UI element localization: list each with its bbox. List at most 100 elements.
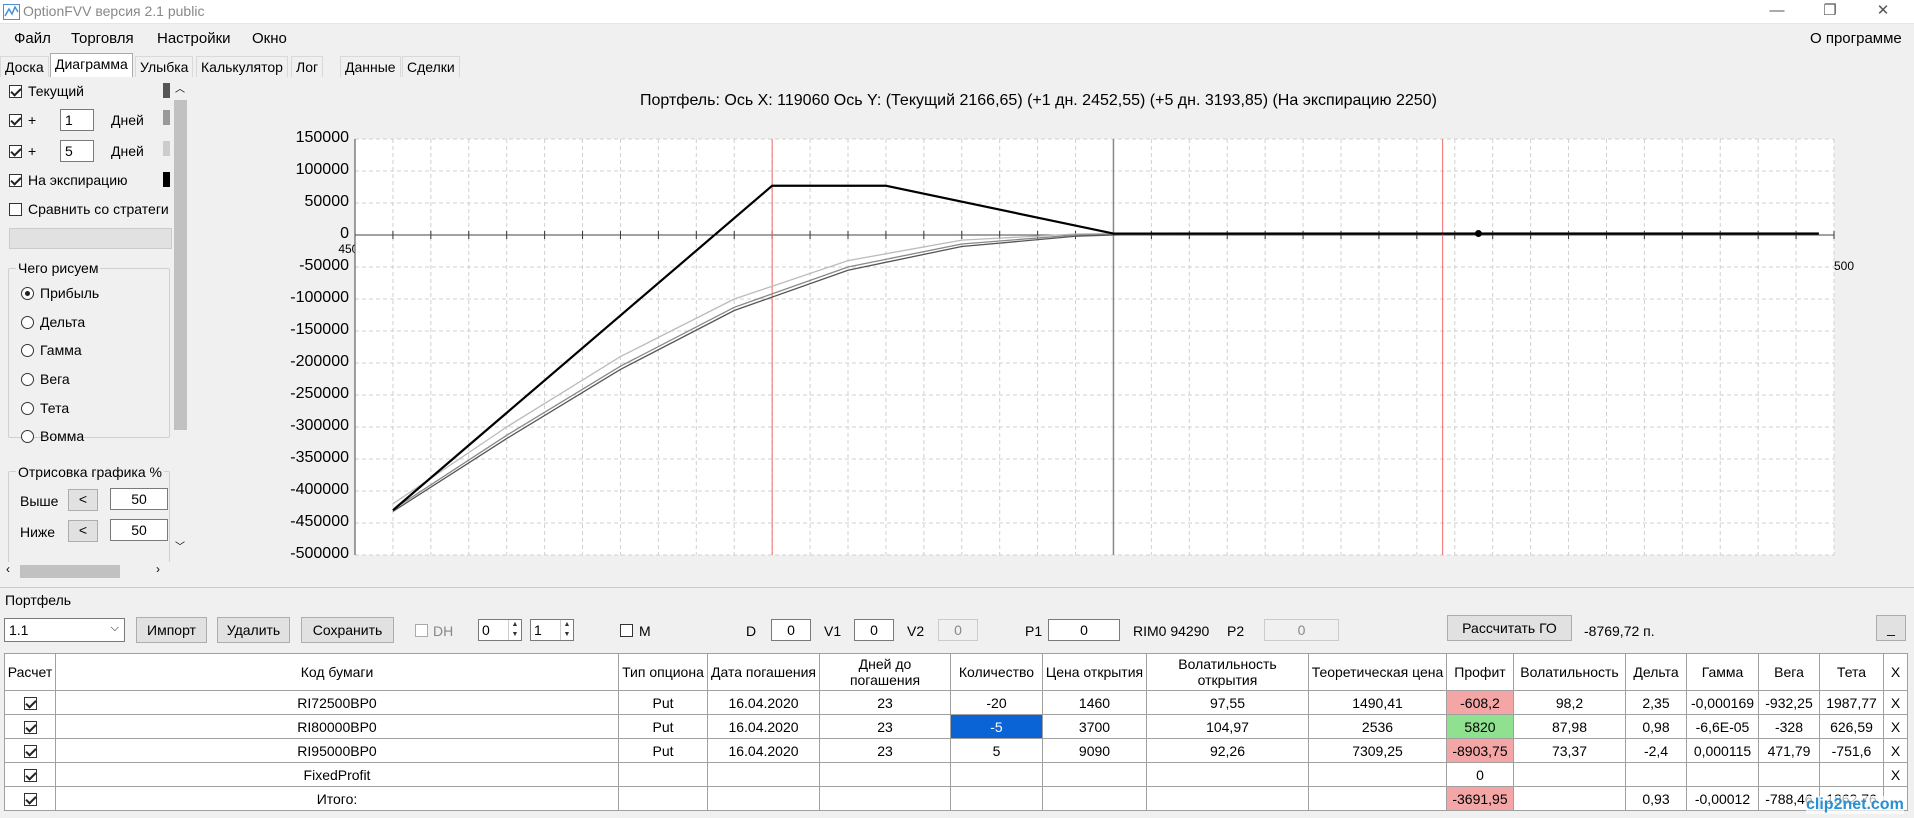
restore-button[interactable]: ❐ — [1807, 0, 1853, 24]
cell-type[interactable]: Put — [618, 738, 708, 763]
cell-profit[interactable]: -8903,75 — [1446, 738, 1514, 763]
cell-days[interactable] — [819, 762, 951, 787]
above-less-button[interactable]: < — [68, 489, 98, 511]
col-header[interactable]: Волатильность — [1513, 653, 1626, 691]
left-horizontal-scrollbar[interactable]: ‹ › — [0, 562, 172, 580]
calc-checkbox-cell[interactable] — [4, 690, 56, 715]
plus5-checkbox[interactable] — [9, 145, 22, 158]
tab-diagram[interactable]: Диаграмма — [50, 53, 133, 77]
plus1-color-swatch[interactable] — [163, 110, 170, 125]
current-color-swatch[interactable] — [163, 83, 170, 98]
radio-delta[interactable] — [21, 316, 34, 329]
delete-row-button[interactable]: X — [1883, 714, 1908, 739]
col-header[interactable]: X — [1883, 653, 1908, 691]
cell-profit[interactable]: 5820 — [1446, 714, 1514, 739]
cell-delta[interactable]: 0,98 — [1625, 714, 1687, 739]
import-button[interactable]: Импорт — [136, 617, 207, 643]
expiration-checkbox[interactable] — [9, 174, 22, 187]
cell-profit[interactable]: -608,2 — [1446, 690, 1514, 715]
delete-row-button[interactable]: X — [1883, 762, 1908, 787]
col-header[interactable]: Код бумаги — [55, 653, 619, 691]
col-header[interactable]: Дней до погашения — [819, 653, 951, 691]
below-input[interactable]: 50 — [110, 519, 168, 541]
cell-qty[interactable]: -20 — [950, 690, 1043, 715]
cell-profit[interactable]: 0 — [1446, 762, 1514, 787]
table-row-total[interactable]: Итого: -3691,95 0,93 -0,00012 -788,46 18… — [4, 786, 1908, 811]
radio-vega[interactable] — [21, 373, 34, 386]
col-header[interactable]: Тета — [1819, 653, 1884, 691]
row-checkbox[interactable] — [23, 745, 37, 759]
tab-board[interactable]: Доска — [0, 56, 49, 77]
cell-price[interactable] — [1042, 762, 1147, 787]
minimize-button[interactable]: — — [1754, 0, 1800, 24]
spin-input-1[interactable]: 0 ▲ ▼ — [478, 619, 522, 641]
plus5-days-input[interactable]: 5 — [60, 140, 94, 162]
cell-vega[interactable]: 471,79 — [1758, 738, 1820, 763]
scroll-down-icon[interactable]: ﹀ — [175, 538, 185, 553]
v2-input[interactable]: 0 — [938, 619, 978, 641]
cell-theo[interactable]: 1490,41 — [1308, 690, 1447, 715]
row-checkbox[interactable] — [23, 697, 37, 711]
col-header[interactable]: Цена открытия — [1042, 653, 1147, 691]
table-row[interactable]: RI72500BP0 Put 16.04.2020 23 -20 1460 97… — [4, 690, 1908, 715]
radio-gamma[interactable] — [21, 344, 34, 357]
v1-input[interactable]: 0 — [854, 619, 894, 641]
m-checkbox[interactable] — [620, 624, 633, 637]
spin-arrows-icon[interactable]: ▲ ▼ — [508, 620, 521, 640]
cell-vol[interactable]: 98,2 — [1513, 690, 1626, 715]
cell-code[interactable]: RI80000BP0 — [55, 714, 619, 739]
calc-checkbox-cell[interactable] — [4, 738, 56, 763]
cell-vega[interactable] — [1758, 762, 1820, 787]
plus1-days-input[interactable]: 1 — [60, 109, 94, 131]
menu-trading[interactable]: Торговля — [71, 30, 134, 47]
scroll-up-icon[interactable]: ︿ — [175, 80, 185, 95]
col-header[interactable]: Количество — [950, 653, 1043, 691]
chevron-down-icon[interactable]: ⌵ — [111, 622, 119, 635]
cell-gamma[interactable]: 0,000115 — [1686, 738, 1759, 763]
col-header[interactable]: Тип опциона — [618, 653, 708, 691]
delete-button[interactable]: Удалить — [217, 617, 290, 643]
plus5-color-swatch[interactable] — [163, 141, 170, 156]
close-button[interactable]: ✕ — [1860, 0, 1906, 24]
col-header[interactable]: Дата погашения — [707, 653, 820, 691]
menu-file[interactable]: Файл — [14, 30, 51, 47]
cell-qty[interactable]: -5 — [950, 714, 1043, 739]
spin-arrows-icon[interactable]: ▲ ▼ — [560, 620, 573, 640]
cell-type[interactable]: Put — [618, 714, 708, 739]
cell-code[interactable]: RI72500BP0 — [55, 690, 619, 715]
compare-checkbox[interactable] — [9, 203, 22, 216]
col-header[interactable]: Профит — [1446, 653, 1514, 691]
cell-type[interactable] — [618, 762, 708, 787]
calc-checkbox-cell[interactable] — [4, 714, 56, 739]
cell-theta[interactable] — [1819, 762, 1884, 787]
save-button[interactable]: Сохранить — [301, 617, 394, 643]
p2-input[interactable]: 0 — [1264, 619, 1339, 641]
cell-price[interactable]: 1460 — [1042, 690, 1147, 715]
d-input[interactable]: 0 — [771, 619, 811, 641]
cell-type[interactable]: Put — [618, 690, 708, 715]
table-row[interactable]: RI80000BP0 Put 16.04.2020 23 -5 3700 104… — [4, 714, 1908, 739]
cell-delta[interactable]: 2,35 — [1625, 690, 1687, 715]
collapse-button[interactable]: _ — [1876, 615, 1906, 641]
cell-date[interactable]: 16.04.2020 — [707, 714, 820, 739]
col-header[interactable]: Теоретическая цена — [1308, 653, 1447, 691]
cell-gamma[interactable] — [1686, 762, 1759, 787]
cell-qty[interactable]: 5 — [950, 738, 1043, 763]
tab-smile[interactable]: Улыбка — [135, 56, 194, 77]
p1-input[interactable]: 0 — [1048, 619, 1120, 641]
row-checkbox[interactable] — [23, 793, 37, 807]
radio-profit[interactable] — [21, 287, 34, 300]
cell-days[interactable]: 23 — [819, 738, 951, 763]
cell-theo[interactable]: 2536 — [1308, 714, 1447, 739]
strategy-combo[interactable] — [9, 228, 172, 249]
col-header[interactable]: Гамма — [1686, 653, 1759, 691]
cell-open-vol[interactable]: 97,55 — [1146, 690, 1309, 715]
scroll-left-icon[interactable]: ‹ — [6, 562, 10, 576]
cell-days[interactable]: 23 — [819, 690, 951, 715]
tab-data[interactable]: Данные — [340, 56, 401, 77]
portfolio-combo[interactable]: 1.1 ⌵ — [4, 618, 125, 642]
calc-checkbox-cell[interactable] — [4, 786, 56, 811]
cell-open-vol[interactable]: 92,26 — [1146, 738, 1309, 763]
delete-row-button[interactable]: X — [1883, 738, 1908, 763]
cell-theo[interactable] — [1308, 762, 1447, 787]
